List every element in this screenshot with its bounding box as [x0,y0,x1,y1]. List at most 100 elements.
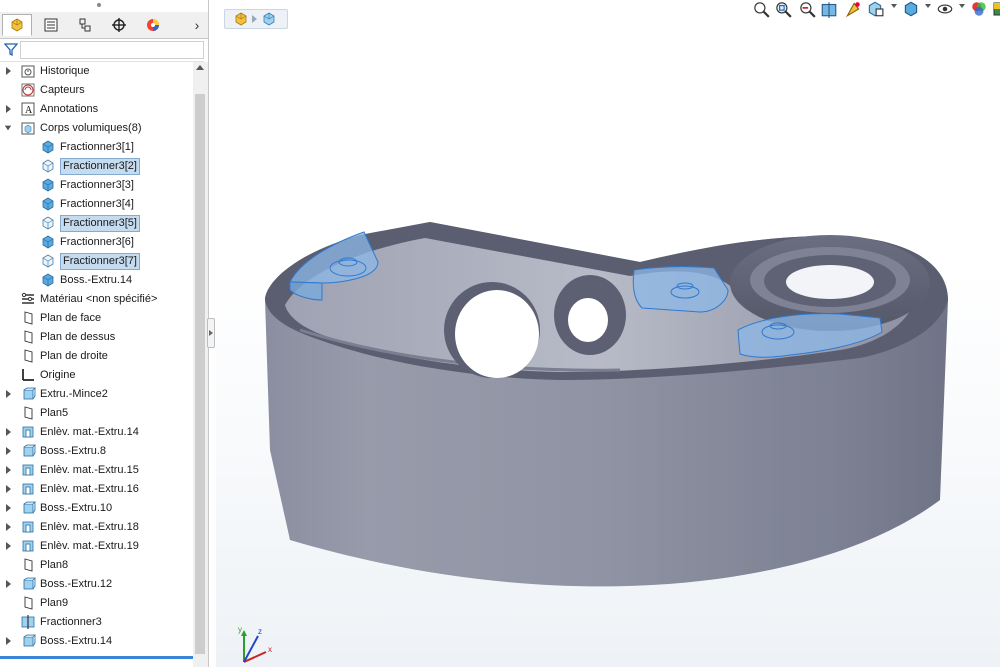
boss-extrude-icon [23,577,36,590]
cut-extrude-icon [22,521,34,533]
expand-arrow-icon[interactable] [5,541,13,551]
solid-body-outline-icon [42,254,54,268]
expand-arrow-icon[interactable] [5,503,13,513]
expand-arrow-icon[interactable] [5,465,13,475]
tree-item-label: Boss.-Extru.10 [40,502,113,514]
plane-icon [24,330,33,344]
scroll-thumb[interactable] [195,94,205,654]
solid-body-icon [42,140,54,154]
tree-item-label: Plan8 [40,559,69,571]
boss-extrude-icon [23,444,36,457]
tree-item[interactable]: Plan8 [0,556,193,575]
expand-arrow-icon[interactable] [5,522,13,532]
cut-extrude-icon [22,483,34,495]
filter-row [0,39,204,62]
expand-arrow-icon[interactable] [5,636,13,646]
featuremanager-icon [11,18,23,32]
tree-item-label: Boss.-Extru.14 [40,635,113,647]
tree-item-label: Enlèv. mat.-Extru.16 [40,483,139,495]
tree-item-label: Annotations [40,103,99,115]
tree-item[interactable]: A Annotations [0,100,193,119]
tree-item[interactable]: Fractionner3[2] [0,157,193,176]
panel-tab-featuremanager[interactable] [2,14,32,36]
tree-item-label: Enlèv. mat.-Extru.18 [40,521,139,533]
tree-scrollbar[interactable] [193,62,208,667]
tree-item[interactable]: Plan de droite [0,347,193,366]
solid-body-icon [42,235,54,249]
tree-item-label: Fractionner3[4] [60,198,134,210]
expand-arrow-icon[interactable] [5,66,13,76]
filter-input[interactable] [20,41,204,59]
triad-z-label: z [258,627,262,636]
tree-item[interactable]: Fractionner3 [0,613,193,632]
tree-item[interactable]: Plan5 [0,404,193,423]
tree-item-label: Fractionner3[3] [60,179,134,191]
dimxpert-icon [112,18,126,32]
tree-item-label: Origine [40,369,76,381]
expand-arrow-icon[interactable] [5,579,13,589]
history-icon [21,65,35,78]
fractionner3-5-highlight[interactable] [632,266,729,313]
tree-item-label: Fractionner3[5] [60,215,140,232]
solid-body-icon [42,273,54,287]
plane-icon [24,349,33,363]
displaymanager-icon [147,19,159,31]
expand-arrow-icon[interactable] [5,104,13,114]
tree-item[interactable]: Fractionner3[7] [0,252,193,271]
tree-item[interactable]: Boss.-Extru.12 [0,575,193,594]
tree-item[interactable]: Plan de face [0,309,193,328]
tree-item[interactable]: Enlèv. mat.-Extru.14 [0,423,193,442]
tree-item-label: Corps volumiques(8) [40,122,142,134]
tree-item-label: Boss.-Extru.14 [60,274,133,286]
tree-item-label: Plan5 [40,407,69,419]
feature-manager-panel: › Historique Capteurs A Annotations Corps vo… [0,0,209,667]
expand-arrow-icon[interactable] [5,484,13,494]
expand-arrow-icon[interactable] [5,389,13,399]
plane-icon [24,406,33,420]
scroll-up-icon[interactable] [196,65,204,70]
solid-body-outline-icon [42,216,54,230]
tree-item-label: Matériau <non spécifié> [40,293,158,305]
tree-item[interactable]: Matériau <non spécifié> [0,290,193,309]
tree-item[interactable]: Enlèv. mat.-Extru.15 [0,461,193,480]
tree-item[interactable]: Boss.-Extru.14 [0,632,193,651]
panel-splitter-handle[interactable] [207,318,215,348]
expand-arrow-icon[interactable] [5,427,13,437]
tree-item[interactable]: Plan9 [0,594,193,613]
boss-extrude-icon [23,501,36,514]
part-model-view[interactable] [216,0,1000,667]
collapse-arrow-icon[interactable] [4,123,12,133]
tree-item[interactable]: Fractionner3[4] [0,195,193,214]
filter-icon[interactable] [4,42,18,56]
tree-item[interactable]: Plan de dessus [0,328,193,347]
tree-item-label: Plan de dessus [40,331,116,343]
solid-body-icon [42,197,54,211]
plane-icon [24,558,33,572]
triad-x-label: x [268,645,272,654]
tree-item[interactable]: Boss.-Extru.10 [0,499,193,518]
annotation-icon: A [21,102,35,116]
panel-expand-button[interactable]: › [190,16,204,34]
panel-tab-propertymanager[interactable] [36,14,66,36]
tree-item[interactable]: Extru.-Mince2 [0,385,193,404]
tree-item[interactable]: Enlèv. mat.-Extru.18 [0,518,193,537]
tree-item[interactable]: Capteurs [0,81,193,100]
expand-arrow-icon[interactable] [5,446,13,456]
tree-item[interactable]: Corps volumiques(8) [0,119,193,138]
panel-grip-icon[interactable] [95,1,103,9]
panel-tab-configurationmanager[interactable] [70,14,100,36]
tree-item-label: Fractionner3[2] [60,158,140,175]
tree-item[interactable]: Boss.-Extru.14 [0,271,193,290]
tree-item-label: Boss.-Extru.8 [40,445,107,457]
tree-item[interactable]: Historique [0,62,193,81]
panel-tab-displaymanager[interactable] [138,14,168,36]
tree-item[interactable]: Enlèv. mat.-Extru.16 [0,480,193,499]
tree-item[interactable]: Fractionner3[5] [0,214,193,233]
tree-item[interactable]: Fractionner3[3] [0,176,193,195]
tree-item[interactable]: Boss.-Extru.8 [0,442,193,461]
tree-item[interactable]: Origine [0,366,193,385]
panel-tab-dimxpert[interactable] [104,14,134,36]
tree-item[interactable]: Fractionner3[1] [0,138,193,157]
tree-item[interactable]: Enlèv. mat.-Extru.19 [0,537,193,556]
tree-item[interactable]: Fractionner3[6] [0,233,193,252]
